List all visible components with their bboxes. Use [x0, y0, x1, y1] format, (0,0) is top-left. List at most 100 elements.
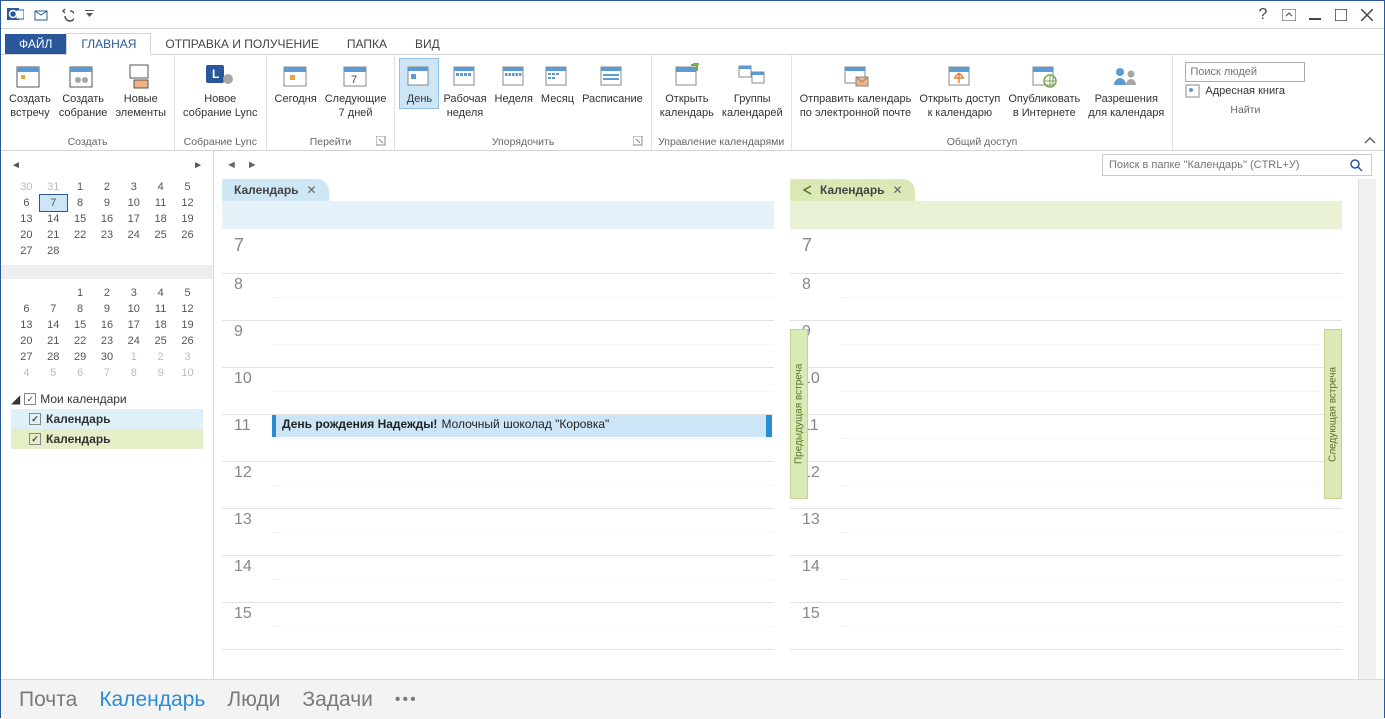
mini-calendar-1[interactable]: 3031123456789101112131415161718192021222… [1, 179, 213, 259]
mini-cal-day[interactable] [120, 243, 147, 259]
mini-cal-day[interactable]: 13 [13, 211, 40, 227]
pane-1-tab[interactable]: Календарь ✕ [222, 179, 329, 201]
mini-cal-day[interactable]: 16 [94, 317, 121, 333]
mini-cal-day[interactable]: 19 [174, 317, 201, 333]
publish-online-button[interactable]: Опубликовать в Интернете [1004, 58, 1084, 123]
mini-cal-day[interactable]: 1 [67, 285, 94, 301]
mini-cal-day[interactable]: 5 [174, 285, 201, 301]
nav-tasks[interactable]: Задачи [302, 688, 373, 712]
next-day-button[interactable]: ► [247, 159, 258, 171]
mini-cal-day[interactable]: 18 [147, 211, 174, 227]
my-calendars-group[interactable]: ◢ ✓ Мои календари [11, 389, 203, 409]
mini-cal-day[interactable]: 4 [147, 179, 174, 195]
mini-cal-day[interactable] [67, 243, 94, 259]
mini-cal-day[interactable]: 10 [120, 195, 147, 211]
mini-cal-day[interactable]: 26 [174, 333, 201, 349]
today-button[interactable]: Сегодня [271, 58, 321, 109]
month-view-button[interactable]: Месяц [537, 58, 578, 109]
mini-cal-day[interactable]: 8 [67, 301, 94, 317]
mini-cal-day[interactable]: 8 [120, 365, 147, 381]
tab-view[interactable]: ВИД [401, 34, 454, 54]
next-appointment-handle[interactable]: Следующая встреча [1324, 329, 1342, 499]
hour-row[interactable]: 11 [790, 415, 1342, 462]
mini-cal-day[interactable]: 3 [120, 285, 147, 301]
mini-cal-day[interactable]: 22 [67, 333, 94, 349]
tab-file[interactable]: ФАЙЛ [5, 34, 66, 54]
tab-send-receive[interactable]: ОТПРАВКА И ПОЛУЧЕНИЕ [151, 34, 332, 54]
mini-cal-day[interactable]: 6 [67, 365, 94, 381]
pane-2-tab[interactable]: Календарь ✕ [790, 179, 915, 201]
hour-row[interactable]: 12 [222, 462, 774, 509]
hour-row[interactable]: 13 [790, 509, 1342, 556]
mini-cal-day[interactable]: 14 [40, 211, 67, 227]
mini-cal-day[interactable]: 7 [40, 301, 67, 317]
tab-home[interactable]: ГЛАВНАЯ [66, 33, 151, 55]
minimize-button[interactable] [1302, 5, 1328, 25]
new-meeting-button[interactable]: Создать собрание [55, 58, 112, 123]
mini-cal-day[interactable]: 18 [147, 317, 174, 333]
calendar-search[interactable] [1102, 154, 1372, 176]
new-appointment-button[interactable]: Создать встречу [5, 58, 55, 123]
search-people-input[interactable] [1185, 62, 1305, 82]
mini-cal-day[interactable] [13, 285, 40, 301]
mini-cal-day[interactable]: 16 [94, 211, 121, 227]
mini-cal-day[interactable] [94, 243, 121, 259]
hour-row[interactable]: 10 [790, 368, 1342, 415]
mini-cal-day[interactable]: 12 [174, 195, 201, 211]
mini-cal-day[interactable]: 5 [40, 365, 67, 381]
pane-1-timegrid[interactable]: 891011День рождения Надежды! Молочный шо… [222, 274, 774, 679]
prev-month-button[interactable]: ◄ [11, 160, 21, 171]
hour-row[interactable]: 14 [222, 556, 774, 603]
collapse-ribbon-button[interactable] [1356, 132, 1384, 150]
mini-cal-day[interactable]: 30 [13, 179, 40, 195]
mini-cal-day[interactable]: 9 [94, 301, 121, 317]
mini-cal-day[interactable]: 28 [40, 349, 67, 365]
ribbon-display-options-icon[interactable] [1276, 5, 1302, 25]
mini-cal-day[interactable]: 10 [120, 301, 147, 317]
new-items-button[interactable]: Новые элементы [111, 58, 170, 123]
mini-cal-day[interactable]: 1 [67, 179, 94, 195]
hour-row[interactable]: 13 [222, 509, 774, 556]
hour-row[interactable]: 10 [222, 368, 774, 415]
mini-cal-day[interactable]: 23 [94, 333, 121, 349]
mini-cal-day[interactable]: 30 [94, 349, 121, 365]
mini-cal-day[interactable]: 25 [147, 227, 174, 243]
pane-1-allday[interactable]: 7 [222, 229, 774, 274]
mini-cal-day[interactable]: 23 [94, 227, 121, 243]
calendar-item-1[interactable]: ✓ Календарь [11, 409, 203, 429]
mini-cal-day[interactable]: 28 [40, 243, 67, 259]
mini-cal-day[interactable]: 20 [13, 227, 40, 243]
mini-cal-day[interactable]: 3 [174, 349, 201, 365]
pane-2-timegrid[interactable]: 89101112131415 [790, 274, 1342, 679]
mini-cal-day[interactable]: 5 [174, 179, 201, 195]
work-week-view-button[interactable]: Рабочая неделя [439, 58, 490, 123]
hour-row[interactable]: 9 [790, 321, 1342, 368]
mini-cal-day[interactable]: 2 [94, 285, 121, 301]
mini-cal-day[interactable]: 2 [94, 179, 121, 195]
schedule-view-button[interactable]: Расписание [578, 58, 647, 109]
mini-cal-day[interactable]: 7 [94, 365, 121, 381]
close-button[interactable] [1354, 5, 1380, 25]
calendar-permissions-button[interactable]: Разрешения для календаря [1084, 58, 1168, 123]
calendar-item-2[interactable]: ✓ Календарь [11, 429, 203, 449]
hour-row[interactable]: 15 [790, 603, 1342, 650]
group-checkbox[interactable]: ✓ [24, 393, 36, 405]
maximize-button[interactable] [1328, 5, 1354, 25]
mini-calendar-2[interactable]: 1234567891011121314151617181920212223242… [1, 285, 213, 381]
mini-cal-day[interactable]: 20 [13, 333, 40, 349]
nav-more[interactable]: ••• [395, 691, 418, 709]
calendar-groups-button[interactable]: Группы календарей [718, 58, 787, 123]
mini-cal-day[interactable]: 4 [13, 365, 40, 381]
mini-cal-day[interactable]: 9 [147, 365, 174, 381]
mini-cal-day[interactable] [40, 285, 67, 301]
nav-mail[interactable]: Почта [19, 688, 77, 712]
mini-cal-day[interactable]: 11 [147, 195, 174, 211]
help-button[interactable]: ? [1250, 5, 1276, 25]
calendar-checkbox-2[interactable]: ✓ [29, 433, 41, 445]
mini-cal-day[interactable]: 1 [120, 349, 147, 365]
mini-cal-day[interactable]: 29 [67, 349, 94, 365]
mini-cal-day[interactable]: 6 [13, 301, 40, 317]
calendar-event[interactable]: День рождения Надежды! Молочный шоколад … [272, 415, 772, 437]
mini-cal-day[interactable]: 24 [120, 227, 147, 243]
hour-row[interactable]: 12 [790, 462, 1342, 509]
